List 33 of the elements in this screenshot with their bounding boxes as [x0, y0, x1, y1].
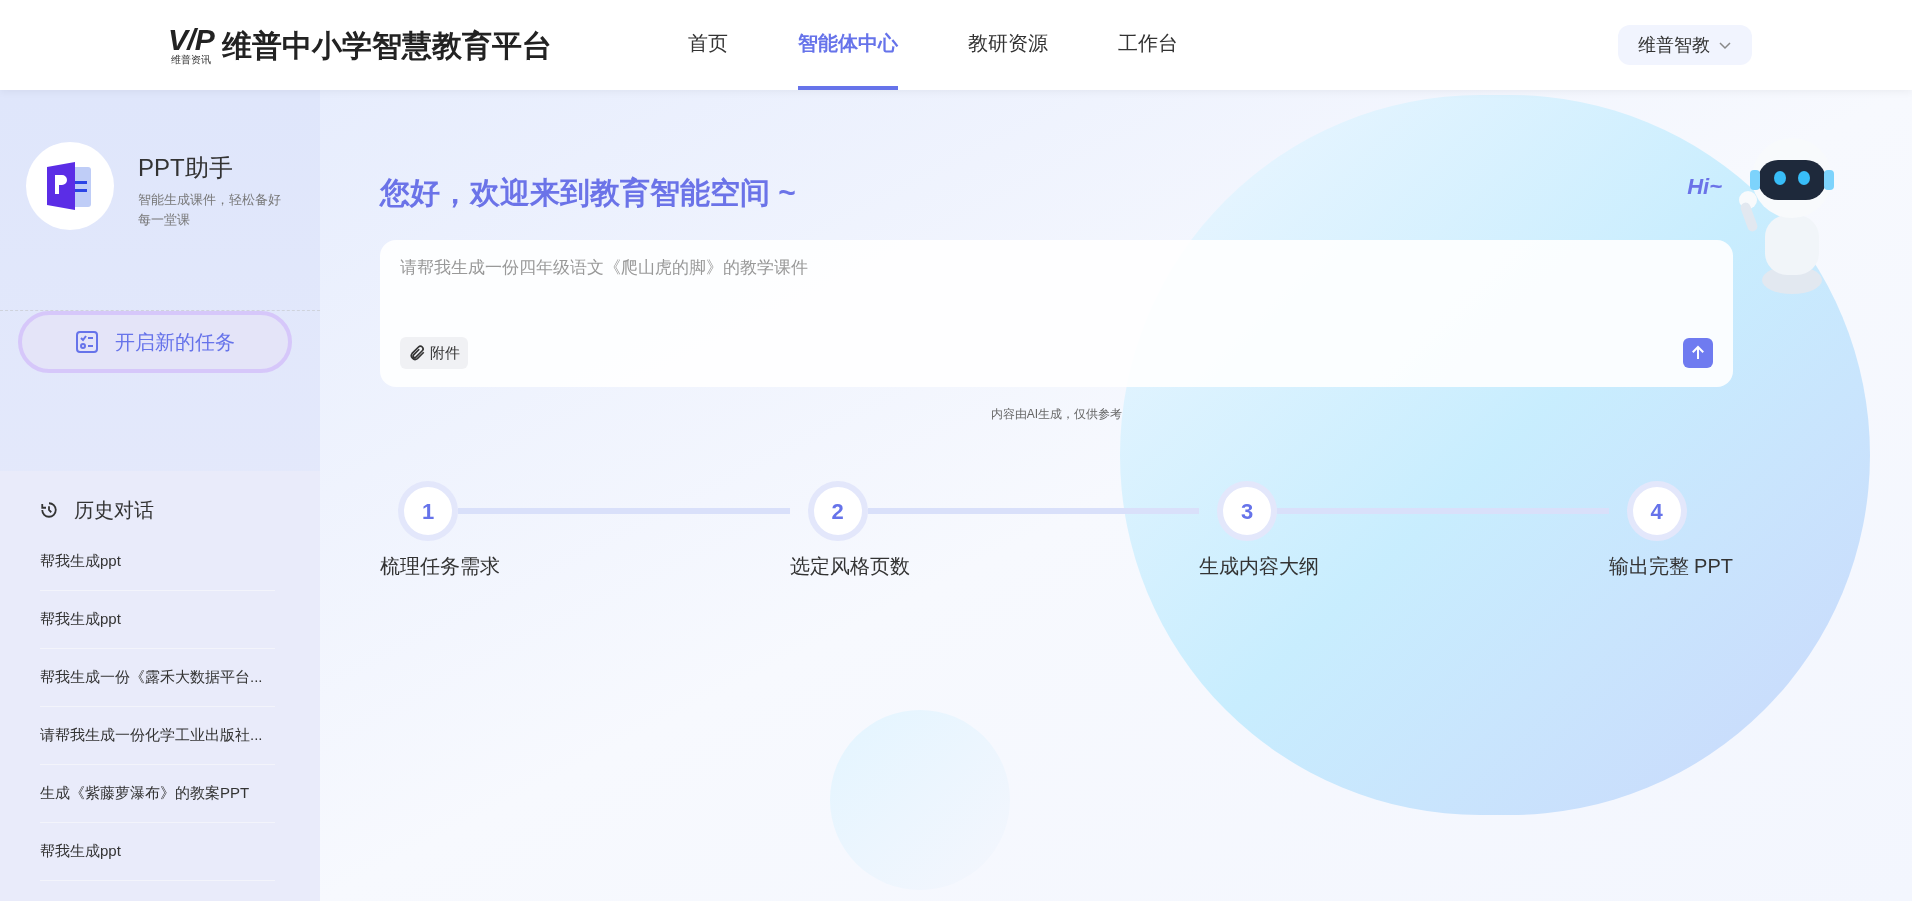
logo-mark: V/P — [168, 25, 215, 55]
nav-tab[interactable]: 首页 — [688, 0, 728, 90]
step-label: 选定风格页数 — [789, 554, 911, 579]
history-item[interactable]: 请帮我生成一份化学工业出版社... — [40, 707, 275, 765]
site-title: 维普中小学智慧教育平台 — [222, 27, 553, 64]
history-item[interactable]: 帮我生成ppt — [40, 533, 275, 591]
history-item[interactable]: 帮我生成一份《露禾大数据平台... — [40, 649, 275, 707]
step-number: 1 — [398, 481, 458, 541]
nav-tab[interactable]: 教研资源 — [968, 0, 1048, 90]
step-label: 梳理任务需求 — [380, 554, 501, 579]
mascot-greeting: Hi~ — [1687, 173, 1722, 201]
history-icon — [40, 501, 58, 519]
chevron-down-icon — [1718, 40, 1732, 50]
nav-tab[interactable]: 工作台 — [1118, 0, 1178, 90]
agent-name: PPT助手 — [138, 153, 234, 183]
step-label: 输出完整 PPT — [1608, 554, 1733, 579]
paperclip-icon — [408, 344, 426, 362]
history-item[interactable]: 生成《紫藤萝瀑布》的教案PPT — [40, 765, 275, 823]
send-button[interactable] — [1683, 338, 1713, 368]
logo-caption: 维普资讯 — [171, 55, 212, 65]
history-title: 历史对话 — [74, 498, 154, 523]
agent-description: 智能生成课件，轻松备好每一堂课 — [138, 191, 282, 229]
history-item[interactable]: 帮我生成ppt — [40, 591, 275, 649]
step-number: 2 — [807, 481, 868, 541]
user-menu[interactable]: 维普智教 — [1618, 25, 1752, 65]
arrow-up-icon — [1689, 344, 1707, 362]
greeting-heading: 您好，欢迎来到教育智能空间 ~ — [380, 175, 796, 211]
checklist-icon — [75, 330, 99, 354]
attach-button[interactable]: 附件 — [400, 337, 468, 369]
prompt-field[interactable]: 请帮我生成一份四年级语文《爬山虎的脚》的教学课件 — [400, 255, 1713, 281]
ai-disclaimer: 内容由AI生成，仅供参考 — [989, 406, 1124, 423]
step-label: 生成内容大纲 — [1199, 554, 1321, 579]
history-item[interactable]: 帮我生成ppt — [40, 823, 275, 881]
